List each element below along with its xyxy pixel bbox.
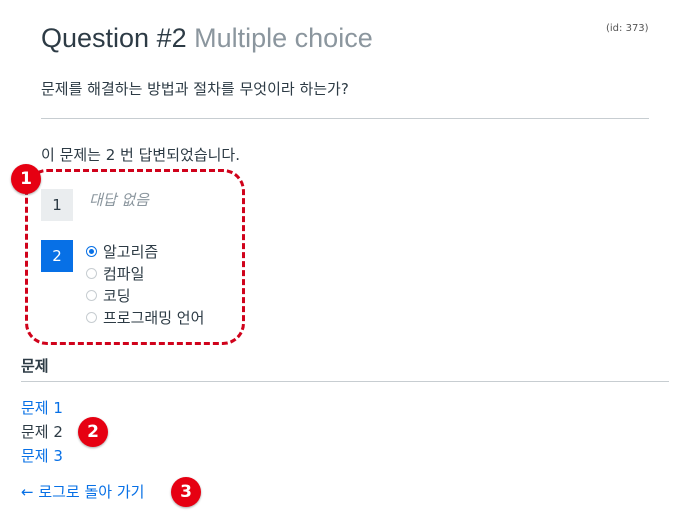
question-title: Question #2 Multiple choice bbox=[41, 23, 373, 54]
no-answer-text: 대답 없음 bbox=[89, 191, 149, 209]
option-algorithm[interactable]: 알고리즘 bbox=[86, 240, 158, 262]
response-number-1: 1 bbox=[41, 189, 73, 221]
radio-icon[interactable] bbox=[86, 289, 97, 301]
option-label: 프로그래밍 언어 bbox=[103, 308, 205, 327]
annotation-badge-3: 3 bbox=[171, 477, 201, 507]
option-label: 코딩 bbox=[103, 286, 131, 305]
question-number: Question #2 bbox=[41, 23, 187, 53]
annotation-badge-2: 2 bbox=[78, 417, 108, 447]
option-coding[interactable]: 코딩 bbox=[86, 284, 131, 306]
radio-icon[interactable] bbox=[86, 267, 97, 279]
questions-section-title: 문제 bbox=[21, 357, 49, 375]
question-link-3[interactable]: 문제 3 bbox=[21, 445, 63, 466]
question-current-2: 문제 2 bbox=[21, 423, 63, 441]
response-number-2: 2 bbox=[41, 240, 73, 272]
question-type: Multiple choice bbox=[194, 23, 373, 53]
divider bbox=[21, 381, 669, 382]
option-label: 컴파일 bbox=[103, 264, 145, 283]
question-text: 문제를 해결하는 방법과 절차를 무엇이라 하는가? bbox=[41, 80, 349, 98]
question-id: (id: 373) bbox=[606, 23, 649, 34]
answered-count-text: 이 문제는 2 번 답변되었습니다. bbox=[41, 146, 240, 164]
radio-checked-icon[interactable] bbox=[86, 245, 97, 257]
option-programming-language[interactable]: 프로그래밍 언어 bbox=[86, 306, 204, 328]
option-label: 알고리즘 bbox=[103, 242, 159, 261]
annotation-badge-1: 1 bbox=[11, 164, 41, 194]
back-to-log-link[interactable]: ← 로그로 돌아 가기 bbox=[21, 481, 144, 502]
option-compile[interactable]: 컴파일 bbox=[86, 262, 144, 284]
radio-icon[interactable] bbox=[86, 311, 97, 323]
question-link-1[interactable]: 문제 1 bbox=[21, 397, 63, 418]
divider bbox=[41, 118, 649, 119]
